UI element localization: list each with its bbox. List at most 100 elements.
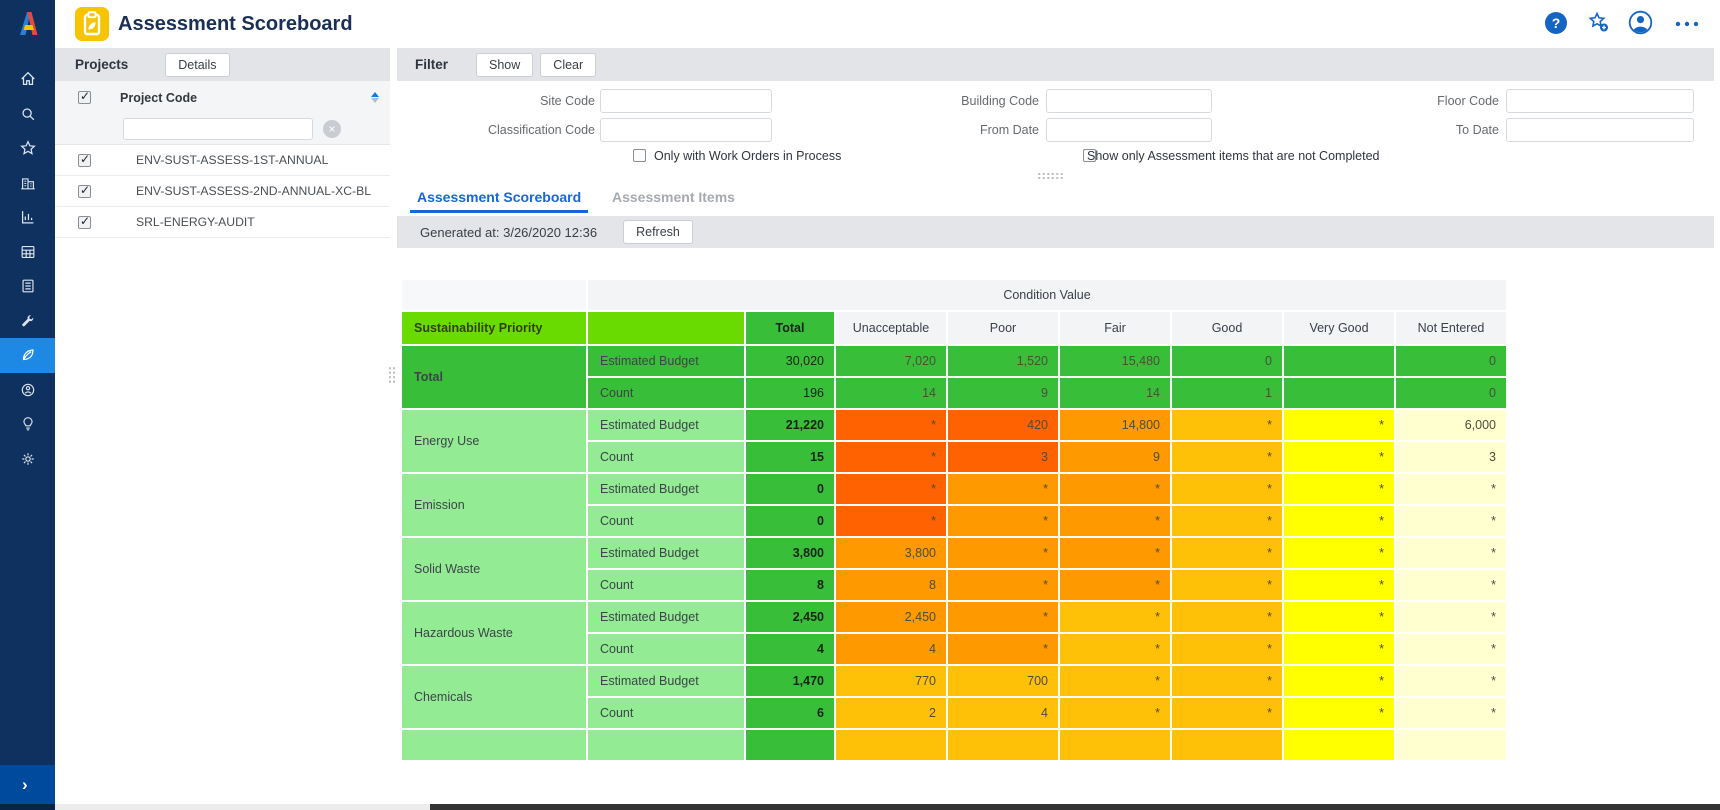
total-value-cell: 21,220 — [746, 410, 834, 440]
sidebar-item-innovation[interactable] — [0, 407, 55, 442]
condition-value-cell: * — [1396, 666, 1506, 696]
floor-code-input[interactable] — [1506, 89, 1694, 113]
sidebar-item-assets[interactable] — [0, 269, 55, 304]
sort-asc-icon — [371, 92, 379, 97]
buildings-icon — [19, 174, 37, 192]
condition-value-cell: * — [1396, 474, 1506, 504]
scoreboard-table-container: Condition ValueSustainability PriorityTo… — [400, 278, 1514, 765]
condition-value-cell: * — [1284, 570, 1394, 600]
show-button[interactable]: Show — [476, 53, 533, 77]
metric-label-cell: Estimated Budget — [588, 602, 744, 632]
condition-value-cell: * — [1284, 410, 1394, 440]
horizontal-scrollbar[interactable] — [0, 804, 1720, 810]
sidebar-item-favorites[interactable] — [0, 131, 55, 166]
condition-value-cell: * — [1060, 666, 1170, 696]
to-date-input[interactable] — [1506, 118, 1694, 142]
condition-value-cell: * — [1396, 538, 1506, 568]
user-icon[interactable] — [1628, 10, 1653, 35]
condition-value-cell: * — [948, 506, 1058, 536]
details-button[interactable]: Details — [165, 53, 229, 77]
refresh-button[interactable]: Refresh — [623, 220, 693, 244]
sidebar-item-planning-board[interactable] — [0, 235, 55, 270]
to-date-label: To Date — [1277, 118, 1499, 142]
sidebar-item-search[interactable] — [0, 97, 55, 132]
project-code: ENV-SUST-ASSESS-2ND-ANNUAL-XC-BL — [136, 184, 371, 198]
sidebar-expand-button[interactable]: › — [0, 765, 55, 805]
condition-value-cell: * — [1060, 698, 1170, 728]
project-checkbox[interactable] — [78, 216, 91, 229]
home-icon — [19, 70, 37, 88]
from-date-input[interactable] — [1046, 118, 1212, 142]
condition-value-cell: * — [1172, 698, 1282, 728]
condition-value-cell: * — [1284, 698, 1394, 728]
select-all-checkbox[interactable] — [78, 91, 91, 104]
work-orders-checkbox[interactable] — [633, 149, 646, 162]
sidebar-item-services[interactable] — [0, 373, 55, 408]
not-completed-checkbox-label: Show only Assessment items that are not … — [1087, 149, 1380, 163]
sidebar-nav — [0, 62, 55, 476]
sort-carets-icon[interactable] — [371, 92, 379, 103]
site-code-input[interactable] — [600, 89, 772, 113]
building-code-input[interactable] — [1046, 89, 1212, 113]
clear-filter-icon[interactable]: × — [323, 120, 341, 138]
archibus-logo[interactable] — [13, 8, 43, 40]
classification-code-label: Classification Code — [397, 118, 595, 142]
condition-value-cell: 8 — [836, 570, 946, 600]
sustainability-priority-header: Sustainability Priority — [402, 312, 586, 344]
filter-splitter-handle[interactable] — [1037, 172, 1064, 180]
sidebar-item-home[interactable] — [0, 62, 55, 97]
total-value-cell: 0 — [746, 474, 834, 504]
metric-blank-header — [588, 312, 744, 344]
condition-value-cell: * — [948, 538, 1058, 568]
total-value-cell: 30,020 — [746, 346, 834, 376]
assessment-clipboard-icon — [75, 7, 109, 41]
more-icon[interactable] — [1674, 20, 1700, 28]
column-header-unacceptable: Unacceptable — [836, 312, 946, 344]
clear-x-glyph: × — [328, 123, 335, 135]
condition-value-cell: 0 — [1396, 346, 1506, 376]
favorite-add-icon[interactable] — [1586, 10, 1610, 34]
help-glyph: ? — [1552, 15, 1561, 31]
tab-assessment-items[interactable]: Assessment Items — [612, 189, 735, 205]
condition-value-cell: * — [948, 602, 1058, 632]
project-row[interactable]: ENV-SUST-ASSESS-1ST-ANNUAL — [55, 145, 390, 176]
project-code: SRL-ENERGY-AUDIT — [136, 215, 255, 229]
help-icon[interactable]: ? — [1545, 12, 1567, 34]
condition-value-cell: * — [1172, 410, 1282, 440]
projects-panel: Projects Details Project Code × ENV-SUST… — [55, 48, 390, 805]
project-code-filter-input[interactable] — [123, 118, 313, 140]
table-row: EmissionEstimated Budget0****** — [402, 474, 1506, 504]
condition-value-cell: 9 — [948, 378, 1058, 408]
chevron-right-icon: › — [22, 775, 28, 795]
horizontal-scrollbar-thumb[interactable] — [430, 804, 1720, 810]
condition-value-cell: 14 — [1060, 378, 1170, 408]
project-checkbox[interactable] — [78, 185, 91, 198]
project-code-column-header: Project Code — [120, 91, 197, 105]
project-row[interactable]: SRL-ENERGY-AUDIT — [55, 207, 390, 238]
condition-value-cell: * — [1060, 634, 1170, 664]
sidebar-item-sustainability[interactable] — [0, 338, 55, 373]
total-value-cell: 15 — [746, 442, 834, 472]
sidebar-item-settings[interactable] — [0, 442, 55, 477]
classification-code-input[interactable] — [600, 118, 772, 142]
sidebar-item-buildings[interactable] — [0, 166, 55, 201]
project-checkbox[interactable] — [78, 154, 91, 167]
column-header-not-entered: Not Entered — [1396, 312, 1506, 344]
column-header-good: Good — [1172, 312, 1282, 344]
sidebar-item-reports[interactable] — [0, 200, 55, 235]
clear-button[interactable]: Clear — [540, 53, 596, 77]
project-row[interactable]: ENV-SUST-ASSESS-2ND-ANNUAL-XC-BL — [55, 176, 390, 207]
table-row: Solid WasteEstimated Budget3,8003,800***… — [402, 538, 1506, 568]
sidebar-item-maintenance[interactable] — [0, 304, 55, 339]
metric-label-cell: Count — [588, 506, 744, 536]
maintenance-wrench-icon — [19, 312, 37, 330]
priority-cell — [402, 730, 586, 760]
condition-value-cell: * — [1284, 538, 1394, 568]
tab-assessment-scoreboard[interactable]: Assessment Scoreboard — [417, 189, 581, 205]
condition-value-cell — [836, 730, 946, 760]
panel-splitter-handle[interactable] — [388, 366, 396, 385]
site-code-label: Site Code — [397, 89, 595, 113]
condition-value-cell: 4 — [948, 698, 1058, 728]
condition-value-cell: * — [1060, 538, 1170, 568]
condition-value-cell: * — [1172, 442, 1282, 472]
